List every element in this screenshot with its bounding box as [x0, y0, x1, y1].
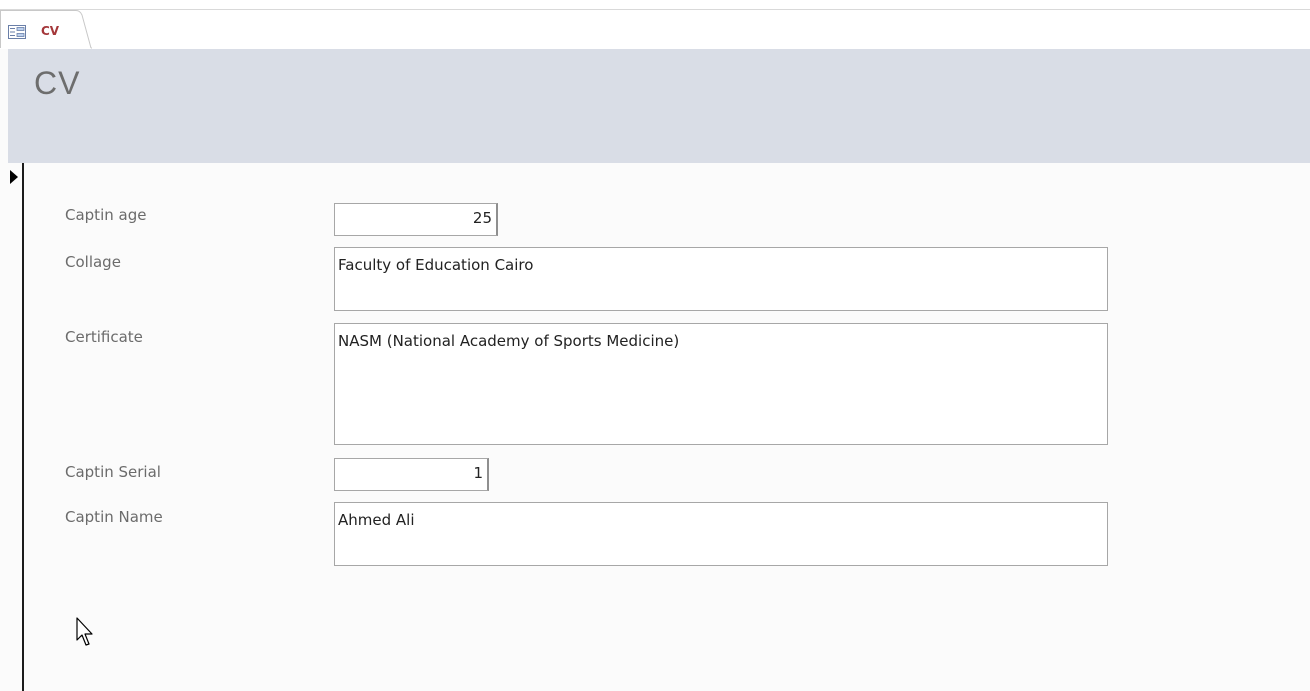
captin-serial-value: 1: [473, 464, 483, 482]
tab-label: CV: [41, 24, 60, 38]
captin-serial-field[interactable]: 1: [334, 458, 489, 491]
captin-age-field[interactable]: 25: [334, 203, 498, 236]
form-icon: [8, 25, 26, 39]
captin-name-field[interactable]: Ahmed Ali: [334, 502, 1108, 566]
tab-cv[interactable]: CV: [0, 10, 92, 49]
form-title: CV: [34, 65, 81, 101]
collage-label: Collage: [65, 253, 121, 271]
certificate-value: NASM (National Academy of Sports Medicin…: [338, 332, 680, 350]
tab-strip-divider: [0, 9, 1310, 10]
certificate-label: Certificate: [65, 328, 143, 346]
captin-age-value: 25: [472, 209, 492, 227]
captin-name-label: Captin Name: [65, 508, 163, 526]
collage-field[interactable]: Faculty of Education Cairo: [334, 247, 1108, 311]
document-tab-strip: CV: [0, 0, 1310, 49]
collage-value: Faculty of Education Cairo: [338, 256, 534, 274]
mouse-pointer-icon: [76, 617, 96, 653]
record-selector-border: [22, 163, 24, 691]
certificate-field[interactable]: NASM (National Academy of Sports Medicin…: [334, 323, 1108, 445]
captin-name-value: Ahmed Ali: [338, 511, 415, 529]
current-record-arrow-icon: [10, 170, 18, 184]
captin-serial-label: Captin Serial: [65, 463, 161, 481]
record-selector[interactable]: [0, 163, 24, 691]
captin-age-label: Captin age: [65, 206, 147, 224]
form-header: CV: [8, 49, 1310, 163]
